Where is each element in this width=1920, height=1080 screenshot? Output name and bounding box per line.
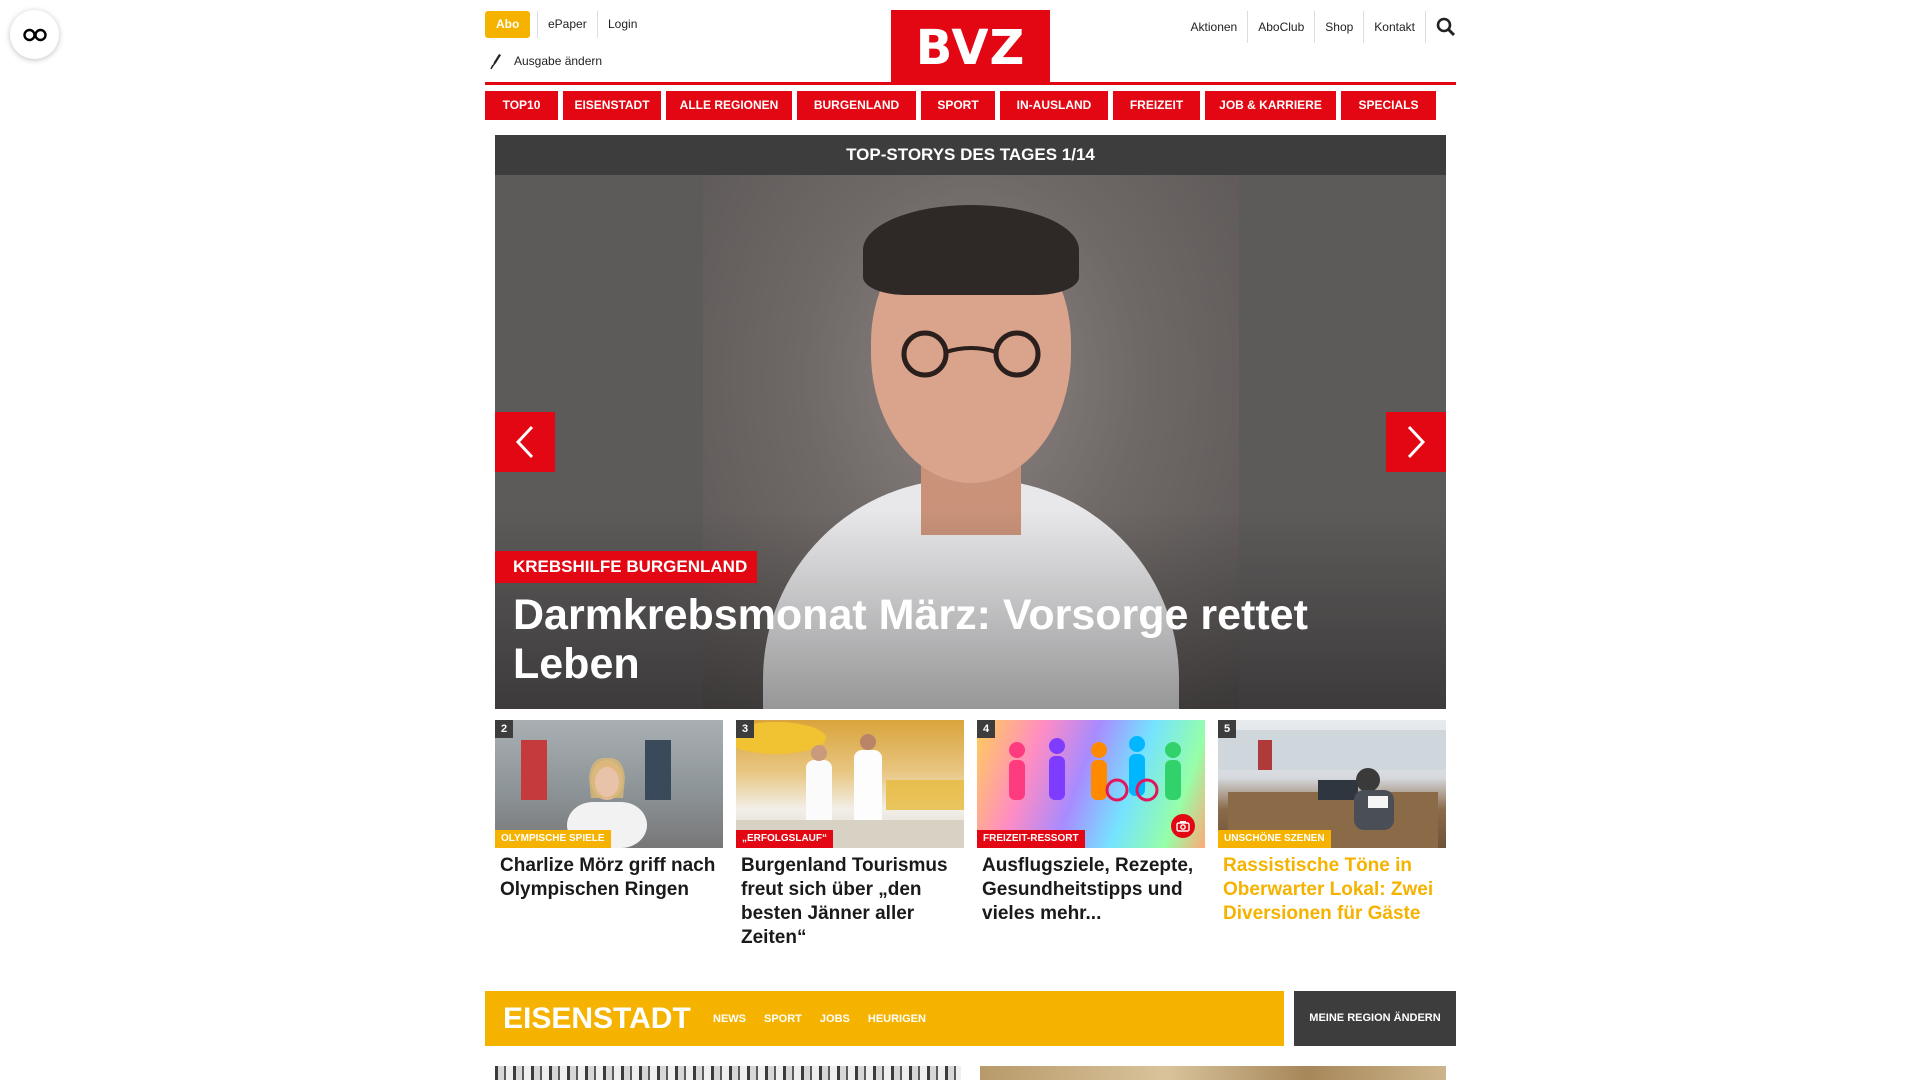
slider-prev-button[interactable] (495, 412, 555, 472)
bvz-logo[interactable]: BVZ (891, 10, 1050, 85)
nav-top10[interactable]: TOP10 (485, 91, 558, 120)
region-bar: EISENSTADT NEWS SPORT JOBS HEURIGEN (485, 991, 1284, 1046)
region-link-heurigen[interactable]: HEURIGEN (868, 1013, 926, 1025)
teaser-image: 4 FREIZEIT-RESSORT (977, 720, 1205, 848)
teaser-image: 2 OLYMPISCHE SPIELE (495, 720, 723, 848)
teaser-category: OLYMPISCHE SPIELE (495, 830, 611, 848)
nav-eisenstadt[interactable]: EISENSTADT (563, 91, 661, 120)
hero-headline[interactable]: Darmkrebsmonat März: Vorsorge rettet Leb… (513, 591, 1393, 689)
teaser-number: 2 (495, 720, 513, 738)
epaper-link[interactable]: ePaper (537, 11, 587, 38)
top-stories-slider[interactable]: TOP-STORYS DES TAGES 1/14 KREBSHILFE BUR… (495, 135, 1446, 709)
teaser-card[interactable]: 3 „ERFOLGSLAUF“ Burgenland Tourismus fre… (736, 720, 964, 950)
slider-title: TOP-STORYS DES TAGES 1/14 (495, 135, 1446, 175)
nav-specials[interactable]: SPECIALS (1341, 91, 1436, 120)
search-icon (1436, 17, 1456, 37)
chevron-right-icon (1407, 425, 1426, 459)
shop-link[interactable]: Shop (1315, 11, 1365, 43)
teaser-card[interactable]: 5 UNSCHÖNE SZENEN Rassistische Töne in O… (1218, 720, 1446, 950)
region-link-jobs[interactable]: JOBS (820, 1013, 850, 1025)
teaser-category: „ERFOLGSLAUF“ (736, 830, 833, 848)
teaser-title[interactable]: Ausflugsziele, Rezepte, Gesundheitstipps… (977, 854, 1205, 926)
teaser-number: 4 (977, 720, 995, 738)
region-title[interactable]: EISENSTADT (503, 991, 691, 1046)
nav-in-ausland[interactable]: IN-AUSLAND (1000, 91, 1108, 120)
region-link-sport[interactable]: SPORT (764, 1013, 802, 1025)
slider-next-button[interactable] (1386, 412, 1446, 472)
login-link[interactable]: Login (597, 11, 637, 38)
nav-freizeit[interactable]: FREIZEIT (1113, 91, 1200, 120)
nav-sport[interactable]: SPORT (921, 91, 995, 120)
teaser-title[interactable]: Burgenland Tourismus freut sich über „de… (736, 854, 964, 950)
nav-alle-regionen[interactable]: ALLE REGIONEN (666, 91, 792, 120)
page-container: Abo ePaper Login Ausgabe ändern BVZ Akti… (485, 0, 1456, 1080)
region-link-news[interactable]: NEWS (713, 1013, 746, 1025)
teaser-card[interactable]: 2 OLYMPISCHE SPIELE Charlize Mörz griff … (495, 720, 723, 950)
change-edition-label: Ausgabe ändern (514, 54, 603, 68)
teaser-category: FREIZEIT-RESSORT (977, 830, 1085, 848)
camera-icon (1171, 814, 1195, 838)
nav-burgenland[interactable]: BURGENLAND (797, 91, 916, 120)
change-edition-link[interactable]: Ausgabe ändern (490, 52, 602, 70)
region-links: NEWS SPORT JOBS HEURIGEN (713, 991, 926, 1046)
teaser-image: 3 „ERFOLGSLAUF“ (736, 720, 964, 848)
aktionen-link[interactable]: Aktionen (1181, 11, 1249, 43)
story-teasers: 2 OLYMPISCHE SPIELE Charlize Mörz griff … (495, 720, 1446, 950)
teaser-number: 5 (1218, 720, 1236, 738)
teaser-image: 5 UNSCHÖNE SZENEN (1218, 720, 1446, 848)
teaser-title[interactable]: Rassistische Töne in Oberwarter Lokal: Z… (1218, 854, 1446, 926)
abo-button[interactable]: Abo (485, 11, 531, 38)
kontakt-link[interactable]: Kontakt (1364, 11, 1426, 43)
main-nav: TOP10 EISENSTADT ALLE REGIONEN BURGENLAN… (485, 91, 1456, 120)
teaser-number: 3 (736, 720, 754, 738)
search-button[interactable] (1426, 11, 1456, 43)
glasses-icon (22, 28, 47, 41)
hero-category-tag[interactable]: KREBSHILFE BURGENLAND (495, 551, 758, 583)
header-divider (485, 82, 1456, 85)
aboclub-link[interactable]: AboClub (1248, 11, 1316, 43)
teaser-card[interactable]: 4 FREIZEIT-RESSORT Ausflugsziele, Rezept… (977, 720, 1205, 950)
chevron-left-icon (515, 425, 534, 459)
change-region-button[interactable]: MEINE REGION ÄNDERN (1294, 991, 1456, 1046)
nav-job-karriere[interactable]: JOB & KARRIERE (1205, 91, 1336, 120)
header-right-links: Aktionen AboClub Shop Kontakt (1181, 11, 1456, 43)
region-article-image[interactable] (980, 1066, 1446, 1080)
reader-mode-button[interactable] (10, 10, 59, 59)
site-header: Abo ePaper Login Ausgabe ändern BVZ Akti… (485, 0, 1456, 86)
pen-icon (490, 54, 501, 70)
region-article-image[interactable] (495, 1066, 961, 1080)
teaser-category: UNSCHÖNE SZENEN (1218, 830, 1331, 848)
teaser-title[interactable]: Charlize Mörz griff nach Olympischen Rin… (495, 854, 723, 902)
